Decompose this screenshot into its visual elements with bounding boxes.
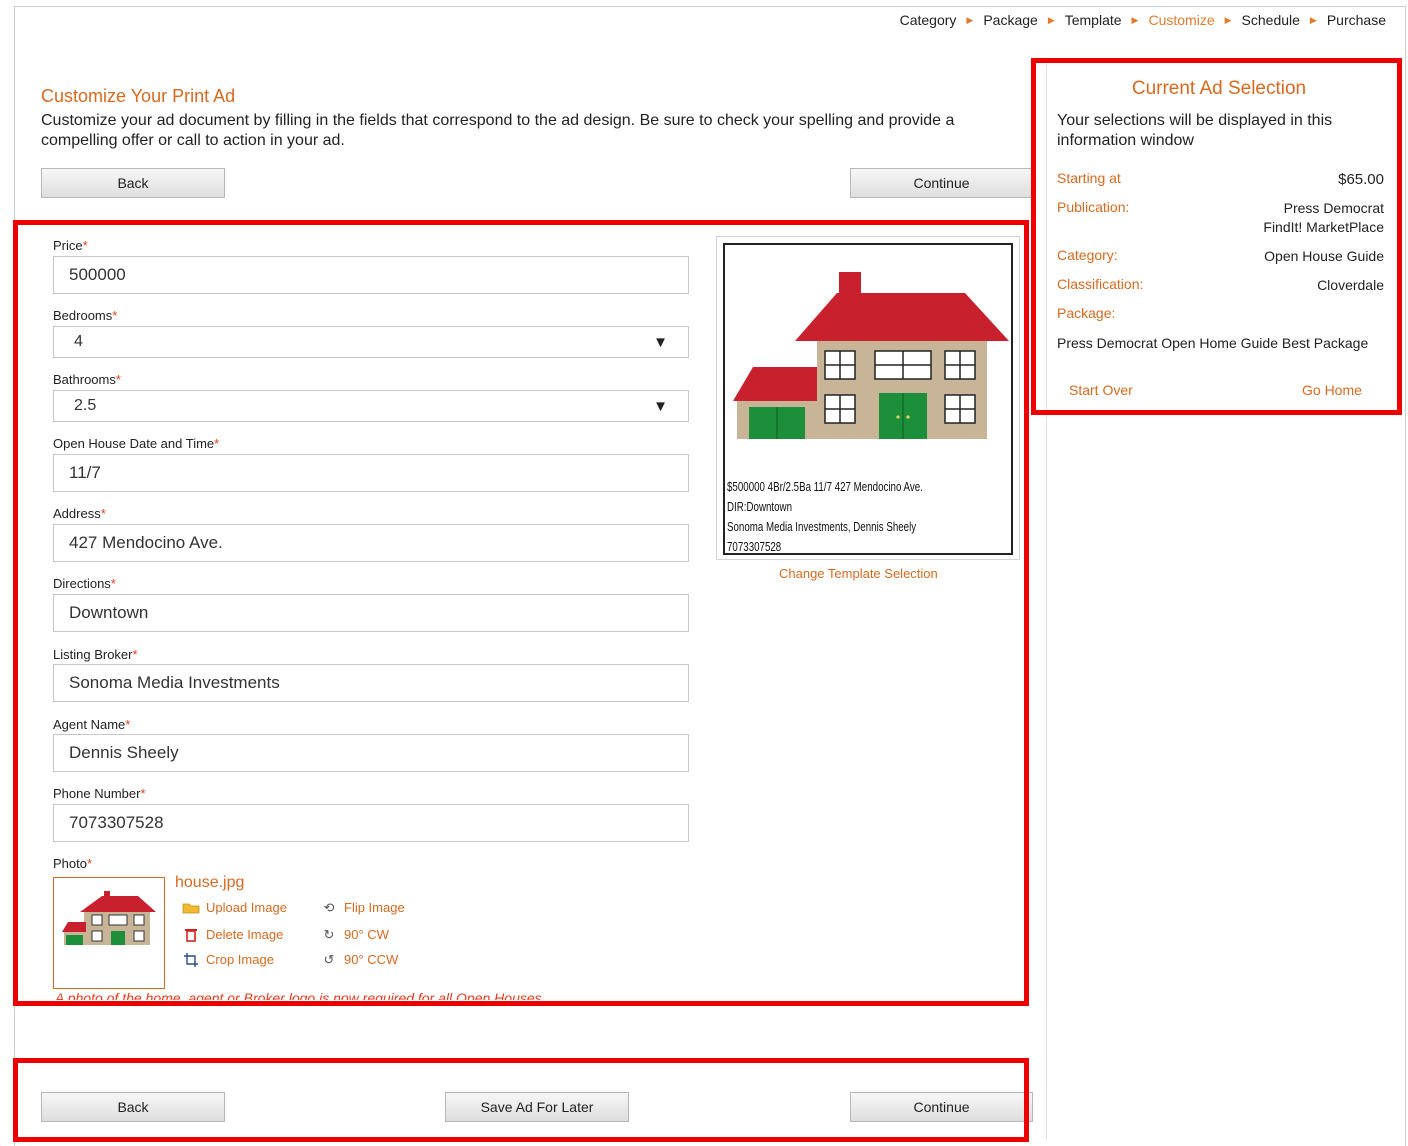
continue-button-bottom[interactable]: Continue [850,1092,1033,1122]
trash-icon [182,928,200,942]
rotate-cw-button[interactable]: ↻ 90° CW [320,926,389,943]
bedrooms-select[interactable]: 4 ▼ [53,326,689,358]
back-button-bottom[interactable]: Back [41,1092,225,1122]
directions-input[interactable] [53,594,689,632]
crop-image-button[interactable]: Crop Image [182,952,274,967]
bathrooms-select[interactable]: 2.5 ▼ [53,390,689,422]
open-house-input[interactable] [53,454,689,492]
template-ad-text: $500000 4Br/2.5Ba 11/7 427 Mendocino Ave… [727,480,923,554]
address-input[interactable] [53,524,689,562]
back-button-top[interactable]: Back [41,168,225,198]
breadcrumb-step-customize[interactable]: Customize [1148,12,1214,28]
rotate-ccw-icon: ↺ [323,951,335,967]
sidebar-publication-row: Publication: Press Democrat FindIt! Mark… [1057,199,1384,237]
flip-icon: ⟲ [323,899,335,915]
rotate-ccw-button[interactable]: ↺ 90° CCW [320,951,399,968]
phone-input[interactable] [53,804,689,842]
breadcrumb-step-schedule[interactable]: Schedule [1242,12,1300,28]
dropdown-arrow-icon: ▼ [653,397,668,415]
starting-value: $65.00 [1338,171,1384,188]
photo-filename-link[interactable]: house.jpg [175,874,244,892]
agent-label: Agent Name* [53,717,131,732]
breadcrumb-step-category[interactable]: Category [900,12,957,28]
package-value: Press Democrat Open Home Guide Best Pack… [1057,335,1369,351]
bathrooms-label: Bathrooms* [53,372,121,387]
breadcrumb-arrow-icon: ▶ [1047,14,1055,25]
open-house-label: Open House Date and Time* [53,436,220,451]
starting-label: Starting at [1057,170,1121,186]
sidebar-intro: Your selections will be displayed in thi… [1057,112,1333,149]
category-value: Open House Guide [1264,248,1384,264]
broker-label: Listing Broker* [53,647,138,662]
classification-value: Cloverdale [1317,277,1384,293]
price-label: Price* [53,238,88,253]
publication-value: Press Democrat FindIt! MarketPlace [1263,200,1384,235]
directions-label: Directions* [53,576,116,591]
classification-label: Classification: [1057,276,1144,292]
start-over-link[interactable]: Start Over [1069,382,1133,398]
upload-image-button[interactable]: Upload Image [182,900,287,915]
house-thumbnail-image [62,891,156,945]
delete-image-button[interactable]: Delete Image [182,927,283,942]
photo-required-note: A photo of the home, agent or Broker log… [55,990,546,1000]
publication-label: Publication: [1057,199,1130,215]
page-intro: Customize your ad document by filling in… [41,112,955,149]
price-input[interactable] [53,256,689,294]
bathrooms-value: 2.5 [74,397,97,414]
photo-label: Photo* [53,856,93,871]
sidebar-starting-row: Starting at $65.00 [1057,170,1384,189]
sidebar-title: Current Ad Selection [1131,78,1307,99]
flip-image-button[interactable]: ⟲ Flip Image [320,899,405,916]
page-title: Customize Your Print Ad [41,86,236,106]
breadcrumb-arrow-icon: ▶ [1309,14,1317,25]
bedrooms-label: Bedrooms* [53,308,118,323]
change-template-link[interactable]: Change Template Selection [779,566,938,581]
address-label: Address* [53,506,106,521]
template-preview: $500000 4Br/2.5Ba 11/7 427 Mendocino Ave… [716,236,1020,560]
breadcrumb: Category ▶ Package ▶ Template ▶ Customiz… [900,12,1386,28]
continue-button-top[interactable]: Continue [850,168,1033,198]
bedrooms-value: 4 [74,333,83,350]
sidebar-divider [1046,60,1047,1140]
package-label: Package: [1057,305,1116,321]
breadcrumb-step-package[interactable]: Package [983,12,1037,28]
sidebar-package-row: Package: [1057,305,1384,321]
breadcrumb-step-purchase[interactable]: Purchase [1327,12,1386,28]
breadcrumb-step-template[interactable]: Template [1065,12,1122,28]
breadcrumb-arrow-icon: ▶ [1131,14,1139,25]
breadcrumb-arrow-icon: ▶ [1224,14,1232,25]
crop-icon [182,952,200,967]
category-label: Category: [1057,247,1118,263]
save-ad-for-later-button[interactable]: Save Ad For Later [445,1092,629,1122]
template-ad: $500000 4Br/2.5Ba 11/7 427 Mendocino Ave… [723,243,1013,555]
sidebar-category-row: Category: Open House Guide [1057,247,1384,266]
broker-input[interactable] [53,664,689,702]
breadcrumb-arrow-icon: ▶ [966,14,974,25]
house-illustration [733,272,1009,439]
go-home-link[interactable]: Go Home [1302,382,1362,398]
dropdown-arrow-icon: ▼ [653,333,668,351]
rotate-cw-icon: ↻ [323,926,335,942]
sidebar-classification-row: Classification: Cloverdale [1057,276,1384,295]
folder-icon [182,901,200,915]
phone-label: Phone Number* [53,786,146,801]
photo-thumbnail[interactable] [53,877,165,989]
agent-input[interactable] [53,734,689,772]
